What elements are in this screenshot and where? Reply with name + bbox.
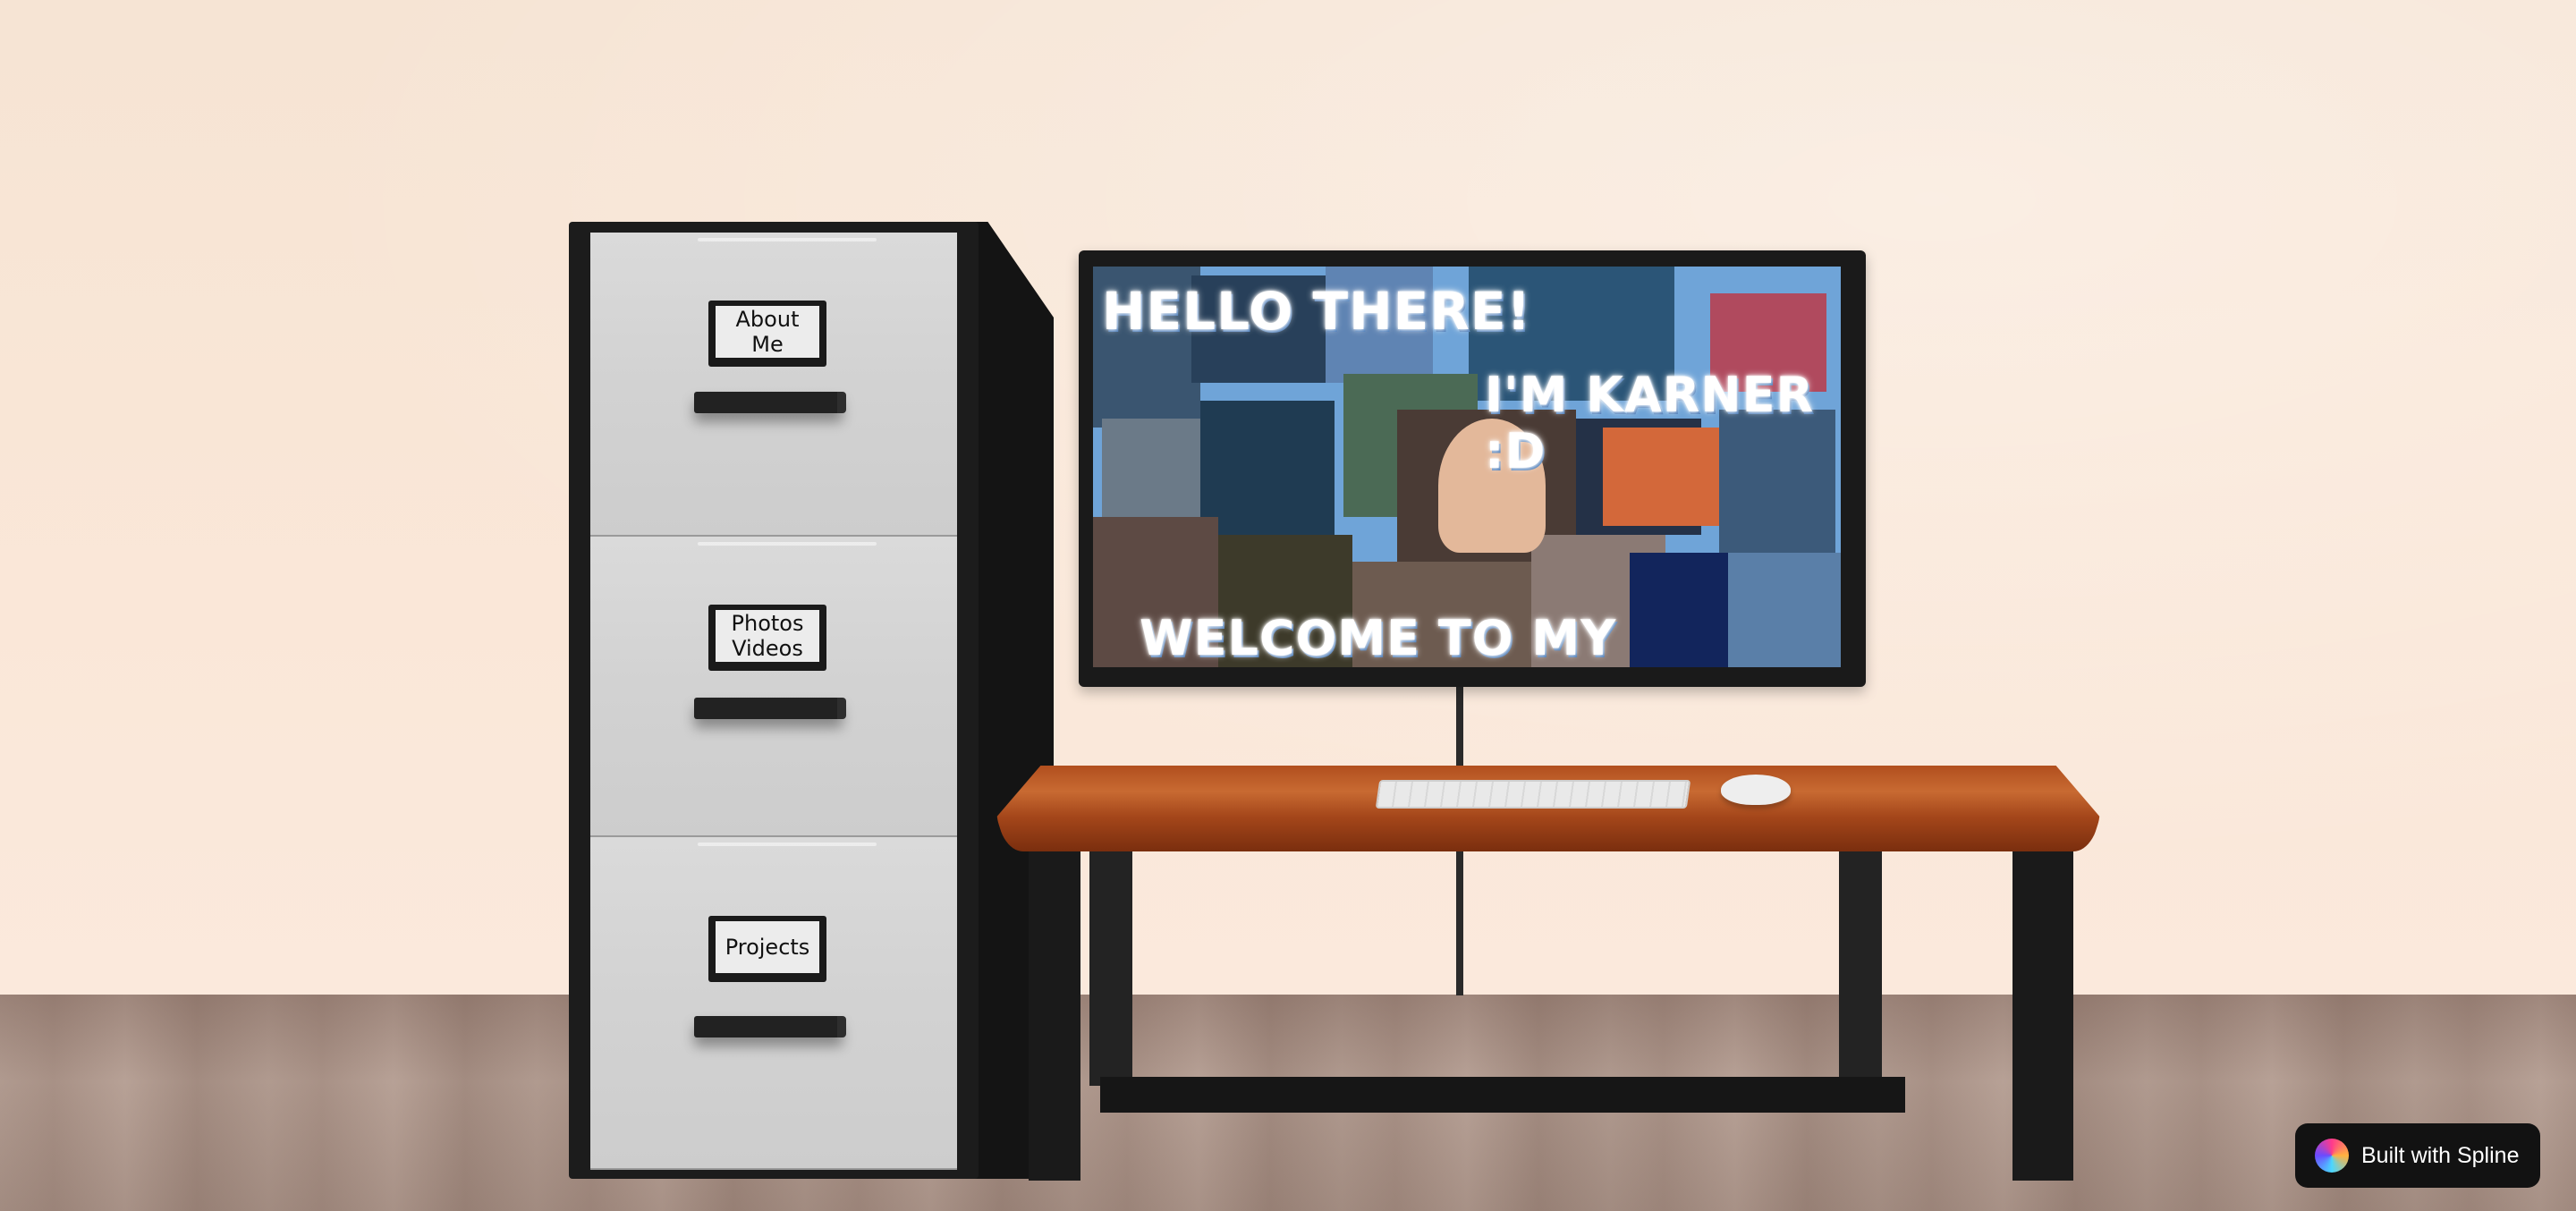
drawer-label: Photos Videos xyxy=(708,605,826,671)
screen-subheadline: I'M KARNER :D xyxy=(1485,367,1815,479)
keyboard[interactable] xyxy=(1375,780,1691,809)
drawer-label-text: Projects xyxy=(716,921,819,973)
desk-crossbar xyxy=(1100,1077,1905,1113)
drawer-sheen xyxy=(698,843,877,846)
badge-label: Built with Spline xyxy=(2361,1142,2520,1168)
drawer-sheen xyxy=(698,238,877,241)
desk-top xyxy=(996,766,2100,851)
drawer-handle[interactable] xyxy=(694,1016,846,1037)
drawer-sheen xyxy=(698,542,877,546)
desk-leg xyxy=(1839,844,1882,1086)
collage-photo xyxy=(1200,401,1335,535)
collage-photo xyxy=(1102,419,1200,517)
drawer-label-text: Photos Videos xyxy=(716,610,819,662)
drawer-label: Projects xyxy=(708,916,826,982)
built-with-spline-badge[interactable]: Built with Spline xyxy=(2295,1123,2540,1188)
drawer-label: About Me xyxy=(708,301,826,367)
desk-leg xyxy=(2012,844,2073,1181)
drawer-photos-videos[interactable]: Photos Videos xyxy=(590,537,957,837)
monitor-screen[interactable]: HELLO THERE! I'M KARNER :D WELCOME TO MY… xyxy=(1093,267,1841,667)
drawer-handle[interactable] xyxy=(694,392,846,413)
desk-leg xyxy=(1089,844,1132,1086)
drawer-projects[interactable]: Projects xyxy=(590,837,957,1170)
monitor[interactable]: HELLO THERE! I'M KARNER :D WELCOME TO MY… xyxy=(1079,250,1866,687)
drawer-label-text: About Me xyxy=(716,306,819,358)
3d-scene[interactable]: About Me Photos Videos Projects HELLO TH… xyxy=(0,0,2576,1211)
screen-headline: HELLO THERE! xyxy=(1102,281,1531,342)
mouse[interactable] xyxy=(1721,775,1791,805)
desk-leg xyxy=(1029,844,1080,1181)
drawer-handle[interactable] xyxy=(694,698,846,719)
screen-footer: WELCOME TO MY WEBSITE xyxy=(1140,610,1617,667)
spline-logo-icon xyxy=(2315,1139,2349,1173)
drawer-about-me[interactable]: About Me xyxy=(590,233,957,537)
